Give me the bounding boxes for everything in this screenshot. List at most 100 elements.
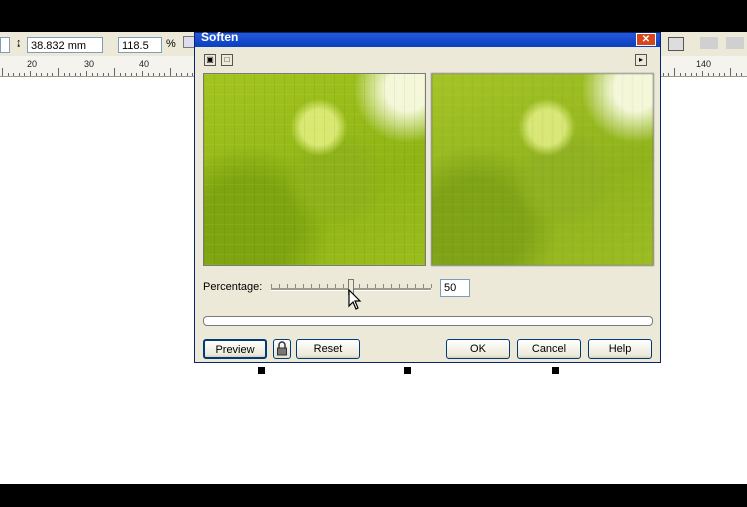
slider-tick [423,284,424,288]
ruler-tick [679,73,681,76]
slider-tick [279,284,280,288]
ruler-tick [46,73,48,76]
dual-preview-icon[interactable]: ▣ [204,54,216,66]
toolbar-icon-2[interactable] [700,37,718,49]
toolbar-icon-3[interactable] [726,37,744,49]
slider-tick [271,284,272,288]
ruler-tick [24,73,26,76]
ruler-tick [741,73,743,76]
reset-button[interactable]: Reset [296,339,360,359]
slider-tick [415,284,416,288]
help-button[interactable]: Help [588,339,652,359]
height-icon: ↨ [16,37,22,49]
ruler-tick [114,68,115,76]
position-field-edge[interactable] [0,37,10,53]
ruler-tick [52,73,54,76]
slider-tick [391,284,392,288]
ruler-tick [102,73,104,76]
ruler-tick [170,68,171,76]
ruler-tick [696,73,698,76]
ruler-tick [91,73,93,76]
ruler-tick [142,71,143,76]
scale-field[interactable]: 118.5 [118,37,162,53]
lock-button[interactable] [273,339,291,359]
ruler-tick [35,73,37,76]
ruler-tick [80,73,82,76]
ruler-tick [158,73,160,76]
ruler-tick [86,71,87,76]
slider-tick [399,284,400,288]
ruler-tick [702,71,703,76]
selection-handle[interactable] [404,367,411,374]
ruler-tick [108,73,110,76]
slider-tick [375,284,376,288]
ruler-tick [130,73,132,76]
ruler-tick [7,73,9,76]
ruler-label: 40 [139,59,150,69]
slider-tick [311,284,312,288]
ruler-tick [153,73,155,76]
slider-tick [359,284,360,288]
ruler-tick [735,73,737,76]
ruler-label: 30 [84,59,95,69]
ruler-tick [724,73,726,76]
toolbar-icon[interactable] [668,37,684,51]
ruler-tick [63,73,65,76]
ruler-tick [136,73,138,76]
slider-tick [407,284,408,288]
selection-handle[interactable] [258,367,265,374]
soften-dialog: Soften ✕ ▣ □ ▸ Percentage: 50 Preview Re… [194,32,661,363]
flyout-arrow-icon[interactable]: ▸ [635,54,647,66]
slider-tick [383,284,384,288]
ruler-tick [685,73,687,76]
ruler-tick [668,73,670,76]
percentage-input[interactable]: 50 [440,279,470,297]
ruler-tick [97,73,99,76]
ruler-tick [2,68,3,76]
progress-bar [203,316,653,326]
ruler-tick [18,73,20,76]
ruler-label: 140 [696,59,712,69]
ruler-tick [690,73,692,76]
cancel-button[interactable]: Cancel [517,339,581,359]
selection-handle[interactable] [552,367,559,374]
ruler-tick [707,73,709,76]
slider-tick [367,284,368,288]
slider-tick [335,284,336,288]
ruler-tick [662,73,664,76]
ok-button[interactable]: OK [446,339,510,359]
ruler-tick [74,73,76,76]
slider-tick [327,284,328,288]
slider-tick [343,284,344,288]
ruler-tick [730,68,731,76]
ruler-label: 20 [27,59,38,69]
ruler-tick [181,73,183,76]
original-preview-image[interactable] [203,73,426,266]
preview-button[interactable]: Preview [203,339,267,359]
result-preview-image[interactable] [431,73,654,266]
title-bar[interactable]: Soften ✕ [195,32,660,47]
slider-tick [287,284,288,288]
ruler-tick [175,73,177,76]
ruler-tick [69,73,71,76]
ruler-tick [718,73,720,76]
close-button[interactable]: ✕ [636,33,656,46]
ruler-tick [58,68,59,76]
ruler-tick [186,73,188,76]
ruler-tick [125,73,127,76]
single-preview-icon[interactable]: □ [221,54,233,66]
height-field[interactable]: 38.832 mm [27,37,103,53]
slider-tick [303,284,304,288]
dialog-title: Soften [201,32,239,44]
slider-tick [319,284,320,288]
mouse-cursor-icon [348,289,362,310]
slider-tick [431,284,432,288]
ruler-tick [713,73,715,76]
ruler-tick [13,73,15,76]
slider-tick [295,284,296,288]
scale-unit: % [166,38,176,50]
lock-icon [277,341,287,356]
ruler-tick [119,73,121,76]
ruler-tick [674,68,675,76]
ruler-tick [41,73,43,76]
